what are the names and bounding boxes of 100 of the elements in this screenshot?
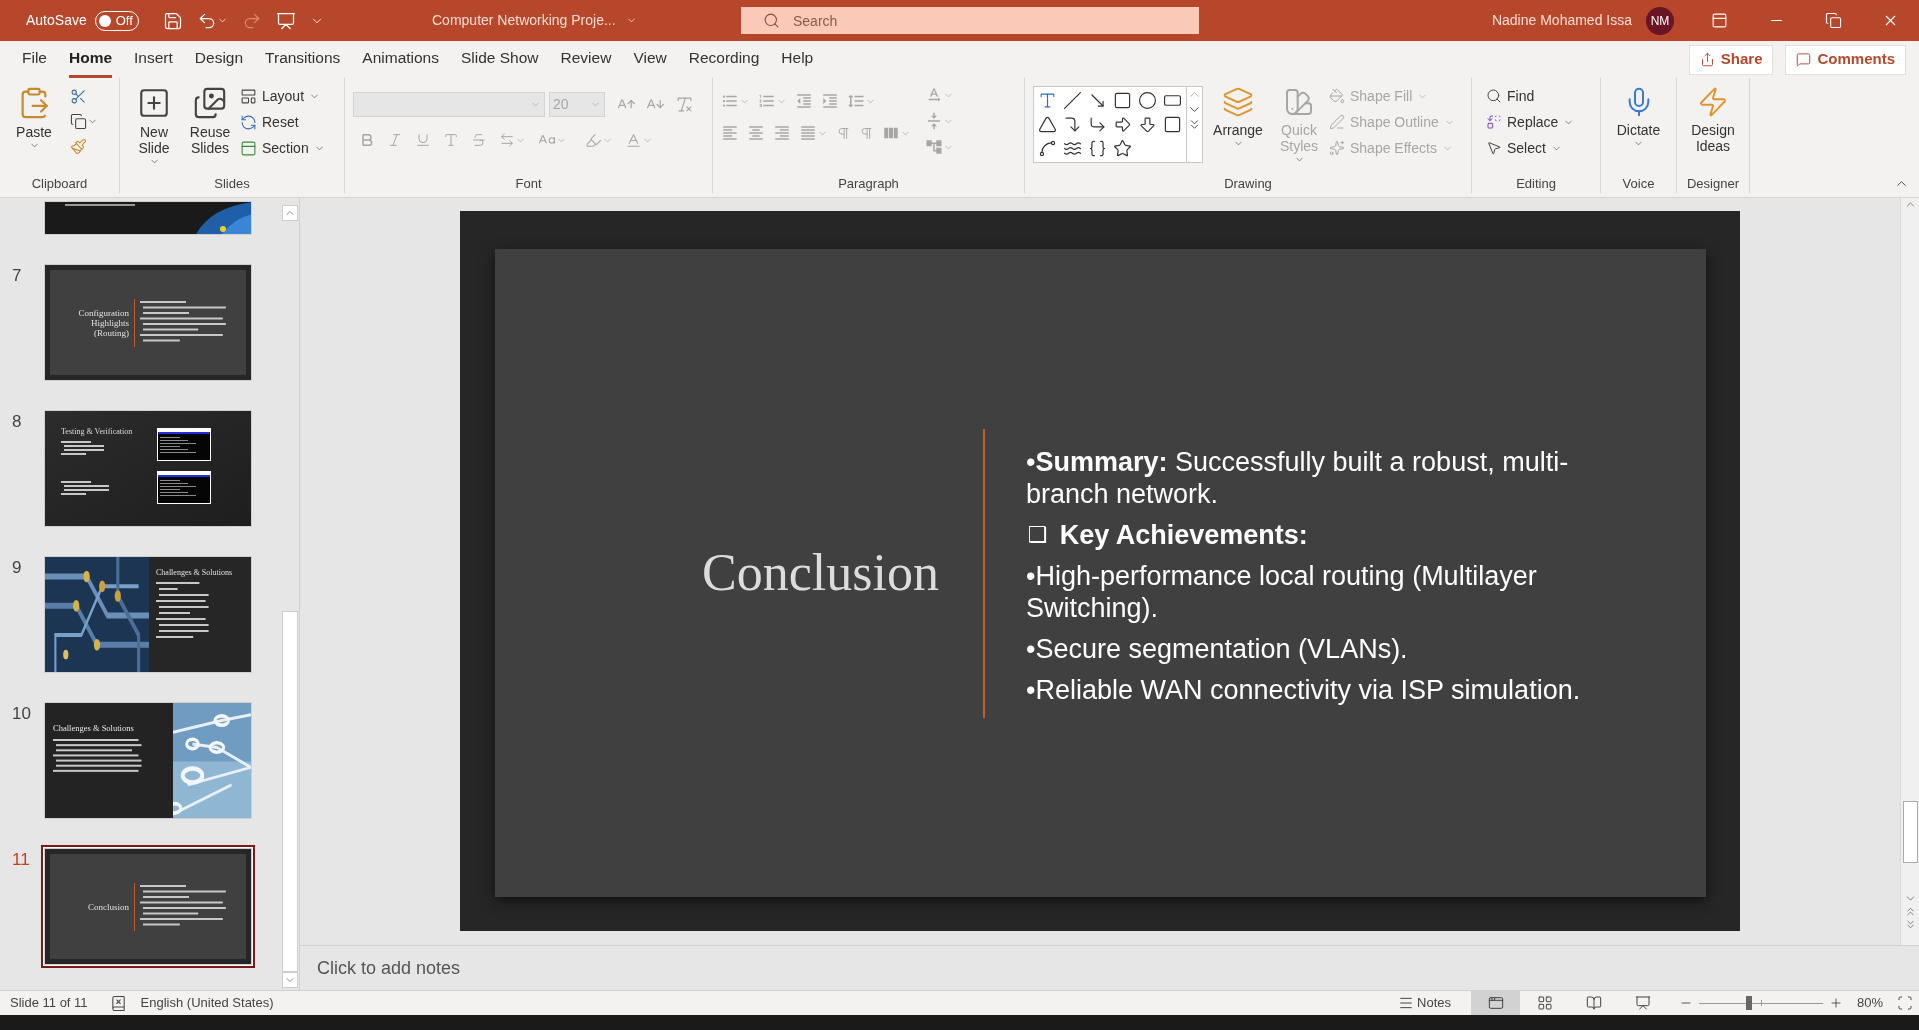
save-icon[interactable] <box>162 10 183 31</box>
elbow-connector-icon[interactable] <box>1063 115 1082 134</box>
replace-button[interactable]: Replace <box>1486 110 1575 134</box>
format-painter-icon[interactable] <box>70 138 87 155</box>
layout-button[interactable]: Layout <box>240 84 325 108</box>
clear-formatting-icon[interactable] <box>675 95 694 114</box>
italic-icon[interactable] <box>387 132 403 148</box>
reading-view-icon[interactable] <box>1585 995 1602 1011</box>
strikethrough-icon[interactable] <box>471 132 487 148</box>
arrange-icon[interactable] <box>1222 86 1254 118</box>
character-spacing-icon[interactable] <box>499 132 515 148</box>
align-text-icon[interactable] <box>925 112 943 130</box>
document-title[interactable]: Computer Networking Proje... <box>432 10 616 31</box>
underline-icon[interactable] <box>415 132 431 148</box>
cut-icon[interactable] <box>70 88 87 105</box>
wave-icon[interactable] <box>1063 139 1082 158</box>
scrollbar-thumb[interactable] <box>281 611 298 972</box>
section-icon[interactable] <box>240 139 257 157</box>
slide-show-icon[interactable] <box>1634 995 1651 1011</box>
reset-button[interactable]: Reset <box>240 110 325 134</box>
ribbon-tab[interactable]: Recording <box>688 41 760 78</box>
scrollbar[interactable] <box>1900 198 1919 945</box>
star-icon[interactable] <box>1113 139 1132 158</box>
scrollbar-thumb[interactable] <box>1902 801 1918 863</box>
notes-placeholder[interactable]: Click to add notes <box>317 954 461 982</box>
new-slide-button[interactable]: New Slide <box>128 82 180 170</box>
reuse-slides-button[interactable]: Reuse Slides <box>184 82 236 170</box>
find-button[interactable]: Find <box>1486 84 1575 108</box>
zoom-slider-thumb[interactable] <box>1745 996 1752 1010</box>
replace-icon[interactable] <box>1486 114 1502 130</box>
reset-icon[interactable] <box>240 113 257 131</box>
user-name[interactable]: Nadine Mohamed Issa <box>1491 10 1632 31</box>
slide-thumbnail[interactable]: Challenges & Solutions <box>41 699 255 822</box>
align-right-icon[interactable] <box>773 124 791 142</box>
right-arrow-icon[interactable] <box>1113 115 1132 134</box>
flowchart-icon[interactable] <box>1163 115 1182 134</box>
pointer-icon[interactable] <box>1486 140 1502 156</box>
lightning-icon[interactable] <box>1697 86 1729 118</box>
sparkles-icon[interactable] <box>1329 140 1345 156</box>
ribbon-tab[interactable]: Transitions <box>265 41 341 78</box>
highlighter-icon[interactable] <box>585 131 602 149</box>
dictate-button[interactable]: Dictate <box>1609 82 1668 170</box>
comments-button[interactable]: Comments <box>1785 44 1906 75</box>
user-avatar[interactable]: NM <box>1646 6 1674 35</box>
elbow-arrow-icon[interactable] <box>1088 115 1107 134</box>
smartart-icon[interactable] <box>925 138 943 156</box>
ribbon-tab[interactable]: Insert <box>134 41 173 78</box>
ribbon-tab[interactable]: View <box>633 41 667 78</box>
share-button[interactable]: Share <box>1688 44 1774 75</box>
rectangle-icon[interactable] <box>1113 91 1132 110</box>
font-color-icon[interactable] <box>625 131 642 149</box>
layout-icon[interactable] <box>240 87 257 105</box>
ribbon-display-icon[interactable] <box>1711 12 1728 29</box>
align-center-icon[interactable] <box>747 124 765 142</box>
ribbon-tab[interactable]: File <box>22 41 47 78</box>
bold-icon[interactable] <box>359 132 375 148</box>
presentation-icon[interactable] <box>275 10 296 31</box>
ribbon-tab[interactable]: Design <box>194 41 244 78</box>
notes-button[interactable]: Notes <box>1398 993 1451 1013</box>
line-spacing-icon[interactable] <box>847 92 865 110</box>
arrow-icon[interactable] <box>1088 91 1107 110</box>
select-button[interactable]: Select <box>1486 136 1575 160</box>
new-slide-icon[interactable] <box>137 86 171 120</box>
language-indicator[interactable]: English (United States) <box>140 993 274 1013</box>
zoom-level[interactable]: 80% <box>1857 993 1887 1013</box>
restore-icon[interactable] <box>1825 12 1842 29</box>
notes-icon[interactable] <box>1398 995 1415 1011</box>
ribbon-tab[interactable]: Slide Show <box>461 41 539 78</box>
ribbon-tab[interactable]: Animations <box>362 41 439 78</box>
section-button[interactable]: Section <box>240 136 325 160</box>
ribbon-tab[interactable]: Help <box>781 41 814 78</box>
arrange-button[interactable]: Arrange <box>1207 82 1269 170</box>
slide-thumbnail[interactable]: Configuration Highlights (Routing) <box>41 261 255 384</box>
line-icon[interactable] <box>1063 91 1082 110</box>
braces-icon[interactable] <box>1088 139 1107 158</box>
oval-icon[interactable] <box>1138 91 1157 110</box>
triangle-icon[interactable] <box>1038 115 1057 134</box>
left-to-right-icon[interactable] <box>836 125 851 141</box>
slide-thumbnail[interactable]: Conclusion <box>41 845 255 968</box>
zoom-slider[interactable] <box>1699 995 1823 1011</box>
fit-to-window-icon[interactable] <box>1897 995 1913 1011</box>
search-field[interactable]: Search <box>741 7 1199 34</box>
slide-sorter-icon[interactable] <box>1536 995 1553 1011</box>
zoom-in-icon[interactable] <box>1829 996 1843 1010</box>
slide-thumbnail[interactable]: Testing & Verification <box>41 407 255 530</box>
paste-button[interactable]: Paste <box>8 82 60 170</box>
justify-icon[interactable] <box>799 124 817 142</box>
accessibility-icon[interactable] <box>109 994 127 1012</box>
text-shadow-icon[interactable] <box>443 132 459 148</box>
paint-bucket-icon[interactable] <box>1329 88 1345 104</box>
slide-thumbnail[interactable]: Challenges & Solutions <box>41 553 255 676</box>
down-arrow-icon[interactable] <box>1138 115 1157 134</box>
copy-icon[interactable] <box>70 113 87 130</box>
align-left-icon[interactable] <box>721 124 739 142</box>
search-icon[interactable] <box>1486 88 1502 104</box>
reuse-slides-icon[interactable] <box>193 86 227 120</box>
view-button[interactable] <box>1471 991 1520 1015</box>
curve-icon[interactable] <box>1038 139 1057 158</box>
decrease-indent-icon[interactable] <box>795 92 813 110</box>
ribbon-tab[interactable]: Review <box>560 41 612 78</box>
